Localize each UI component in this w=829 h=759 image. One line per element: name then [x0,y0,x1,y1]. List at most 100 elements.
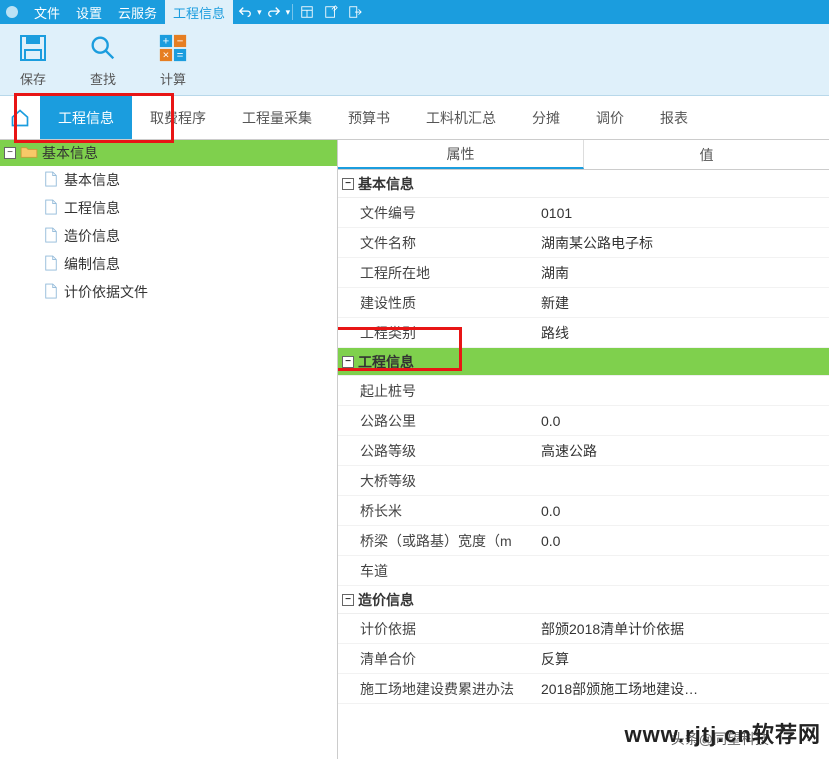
tree-root-label: 基本信息 [42,143,98,163]
property-value[interactable]: 0.0 [533,413,829,429]
property-value[interactable]: 湖南某公路电子标 [533,233,829,253]
calc-label: 计算 [160,69,186,88]
property-row[interactable]: 文件名称湖南某公路电子标 [338,228,829,258]
property-name: 工程类别 [338,323,533,343]
file-icon [44,199,58,218]
property-row[interactable]: 计价依据部颁2018清单计价依据 [338,614,829,644]
property-row[interactable]: 工程所在地湖南 [338,258,829,288]
grid-body: −基本信息文件编号0101文件名称湖南某公路电子标工程所在地湖南建设性质新建工程… [338,170,829,704]
property-row[interactable]: 桥梁（或路基）宽度（m0.0 [338,526,829,556]
property-name: 工程所在地 [338,263,533,283]
home-tab[interactable] [0,96,40,139]
property-panel: 属性 值 −基本信息文件编号0101文件名称湖南某公路电子标工程所在地湖南建设性… [338,140,829,759]
property-name: 清单合价 [338,649,533,669]
menu-project-info[interactable]: 工程信息 [165,0,233,24]
menu-cloud[interactable]: 云服务 [110,0,165,24]
col-value[interactable]: 值 [584,140,829,169]
property-name: 桥长米 [338,501,533,521]
search-button[interactable]: 查找 [80,27,126,92]
collapse-icon[interactable]: − [342,356,354,368]
tree-panel: − 基本信息 基本信息工程信息造价信息编制信息计价依据文件 [0,140,338,759]
tab-project-info[interactable]: 工程信息 [40,96,132,139]
menu-settings[interactable]: 设置 [68,0,110,24]
tree-item-label: 编制信息 [64,254,120,274]
property-value[interactable]: 2018部颁施工场地建设… [533,679,829,699]
tree-item[interactable]: 基本信息 [0,166,337,194]
tab-budget[interactable]: 预算书 [330,96,408,139]
edit-icon[interactable] [319,0,343,24]
property-name: 建设性质 [338,293,533,313]
tab-material[interactable]: 工料机汇总 [408,96,514,139]
tab-allocation[interactable]: 分摊 [514,96,578,139]
tree-item-label: 计价依据文件 [64,282,148,302]
group-row[interactable]: −基本信息 [338,170,829,198]
property-name: 文件名称 [338,233,533,253]
property-value[interactable]: 高速公路 [533,441,829,461]
tab-quantity[interactable]: 工程量采集 [224,96,330,139]
folder-icon [20,145,38,162]
search-icon [86,31,120,65]
property-row[interactable]: 施工场地建设费累进办法2018部颁施工场地建设… [338,674,829,704]
tab-price-adjust[interactable]: 调价 [578,96,642,139]
tab-fee-program[interactable]: 取费程序 [132,96,224,139]
property-value[interactable]: 部颁2018清单计价依据 [533,619,829,639]
property-row[interactable]: 车道 [338,556,829,586]
property-row[interactable]: 文件编号0101 [338,198,829,228]
property-value[interactable]: 新建 [533,293,829,313]
property-name: 文件编号 [338,203,533,223]
save-button[interactable]: 保存 [10,27,56,92]
group-row[interactable]: −造价信息 [338,586,829,614]
file-icon [44,227,58,246]
main-area: − 基本信息 基本信息工程信息造价信息编制信息计价依据文件 属性 值 −基本信息… [0,140,829,759]
property-value[interactable]: 0.0 [533,503,829,519]
property-row[interactable]: 工程类别路线 [338,318,829,348]
property-name: 公路公里 [338,411,533,431]
property-row[interactable]: 清单合价反算 [338,644,829,674]
property-row[interactable]: 起止桩号 [338,376,829,406]
collapse-icon[interactable]: − [342,178,354,190]
redo-button[interactable] [262,0,286,24]
property-name: 施工场地建设费累进办法 [338,679,533,699]
calculator-icon[interactable] [295,0,319,24]
property-row[interactable]: 公路公里0.0 [338,406,829,436]
property-value[interactable]: 0101 [533,205,829,221]
search-label: 查找 [90,69,116,88]
collapse-icon[interactable]: − [4,147,16,159]
group-row[interactable]: −工程信息 [338,348,829,376]
tree-item[interactable]: 计价依据文件 [0,278,337,306]
property-row[interactable]: 建设性质新建 [338,288,829,318]
svg-text:−: − [177,35,184,47]
property-value[interactable]: 湖南 [533,263,829,283]
property-row[interactable]: 公路等级高速公路 [338,436,829,466]
tree-item-label: 工程信息 [64,198,120,218]
tree-root[interactable]: − 基本信息 [0,140,337,166]
undo-button[interactable] [233,0,257,24]
property-value[interactable]: 0.0 [533,533,829,549]
property-row[interactable]: 大桥等级 [338,466,829,496]
menubar: 文件 设置 云服务 工程信息 ▾ ▾ [0,0,829,24]
property-value[interactable]: 反算 [533,649,829,669]
property-name: 大桥等级 [338,471,533,491]
collapse-icon[interactable]: − [342,594,354,606]
property-name: 计价依据 [338,619,533,639]
exit-icon[interactable] [343,0,367,24]
group-label: 工程信息 [358,352,414,372]
calc-button[interactable]: + − × = 计算 [150,27,196,92]
nav-tabs: 工程信息 取费程序 工程量采集 预算书 工料机汇总 分摊 调价 报表 [0,96,829,140]
property-value[interactable]: 路线 [533,323,829,343]
property-row[interactable]: 桥长米0.0 [338,496,829,526]
tree-item[interactable]: 编制信息 [0,250,337,278]
calc-icon: + − × = [156,31,190,65]
file-icon [44,255,58,274]
tree-item[interactable]: 工程信息 [0,194,337,222]
property-name: 桥梁（或路基）宽度（m [338,531,533,551]
group-label: 基本信息 [358,174,414,194]
property-name: 车道 [338,561,533,581]
ribbon-toolbar: 保存 查找 + − × = 计算 [0,24,829,96]
save-icon [16,31,50,65]
tree-item[interactable]: 造价信息 [0,222,337,250]
tab-report[interactable]: 报表 [642,96,706,139]
menu-file[interactable]: 文件 [26,0,68,24]
app-icon [4,4,20,20]
col-attribute[interactable]: 属性 [338,140,584,169]
